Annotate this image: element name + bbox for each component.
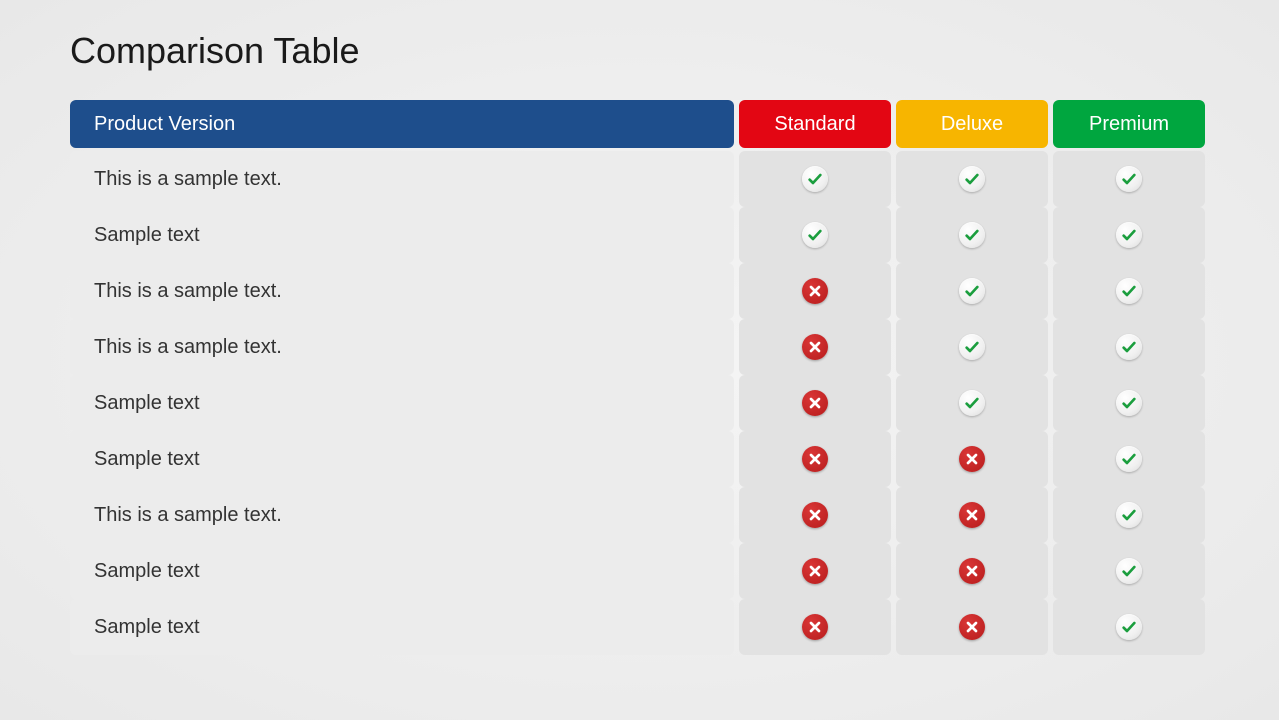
feature-label: This is a sample text. — [70, 151, 734, 207]
check-icon — [802, 222, 828, 248]
feature-label: Sample text — [70, 207, 734, 263]
cross-icon — [959, 558, 985, 584]
header-feature: Product Version — [70, 100, 734, 148]
value-cell-standard — [739, 543, 891, 599]
table-row: This is a sample text. — [70, 487, 1209, 543]
value-cell-deluxe — [896, 207, 1048, 263]
table-row: This is a sample text. — [70, 319, 1209, 375]
table-row: Sample text — [70, 375, 1209, 431]
check-icon — [1116, 278, 1142, 304]
value-cell-deluxe — [896, 599, 1048, 655]
cross-icon — [802, 502, 828, 528]
cross-icon — [802, 446, 828, 472]
check-icon — [1116, 558, 1142, 584]
check-icon — [1116, 446, 1142, 472]
cross-icon — [802, 278, 828, 304]
check-icon — [959, 390, 985, 416]
check-icon — [959, 222, 985, 248]
value-cell-deluxe — [896, 487, 1048, 543]
feature-label: Sample text — [70, 431, 734, 487]
header-col-deluxe: Deluxe — [896, 100, 1048, 148]
comparison-table: Product Version Standard Deluxe Premium … — [70, 100, 1209, 655]
value-cell-premium — [1053, 207, 1205, 263]
value-cell-deluxe — [896, 263, 1048, 319]
value-cell-standard — [739, 319, 891, 375]
value-cell-deluxe — [896, 543, 1048, 599]
value-cell-standard — [739, 599, 891, 655]
header-col-standard: Standard — [739, 100, 891, 148]
cross-icon — [802, 334, 828, 360]
value-cell-deluxe — [896, 431, 1048, 487]
cross-icon — [802, 390, 828, 416]
value-cell-standard — [739, 487, 891, 543]
page-title: Comparison Table — [70, 30, 1209, 72]
check-icon — [959, 278, 985, 304]
value-cell-premium — [1053, 487, 1205, 543]
cross-icon — [959, 614, 985, 640]
value-cell-deluxe — [896, 319, 1048, 375]
value-cell-standard — [739, 431, 891, 487]
feature-label: This is a sample text. — [70, 487, 734, 543]
check-icon — [1116, 222, 1142, 248]
value-cell-premium — [1053, 151, 1205, 207]
check-icon — [802, 166, 828, 192]
value-cell-deluxe — [896, 375, 1048, 431]
table-row: Sample text — [70, 543, 1209, 599]
cross-icon — [959, 446, 985, 472]
table-row: Sample text — [70, 431, 1209, 487]
table-row: This is a sample text. — [70, 151, 1209, 207]
check-icon — [1116, 334, 1142, 360]
value-cell-standard — [739, 207, 891, 263]
check-icon — [1116, 166, 1142, 192]
table-row: Sample text — [70, 599, 1209, 655]
check-icon — [1116, 390, 1142, 416]
value-cell-premium — [1053, 263, 1205, 319]
value-cell-premium — [1053, 319, 1205, 375]
feature-label: Sample text — [70, 599, 734, 655]
feature-label: Sample text — [70, 543, 734, 599]
table-row: This is a sample text. — [70, 263, 1209, 319]
value-cell-premium — [1053, 431, 1205, 487]
value-cell-standard — [739, 151, 891, 207]
feature-label: Sample text — [70, 375, 734, 431]
check-icon — [1116, 502, 1142, 528]
check-icon — [959, 166, 985, 192]
value-cell-deluxe — [896, 151, 1048, 207]
value-cell-standard — [739, 375, 891, 431]
value-cell-standard — [739, 263, 891, 319]
header-col-premium: Premium — [1053, 100, 1205, 148]
feature-label: This is a sample text. — [70, 319, 734, 375]
table-row: Sample text — [70, 207, 1209, 263]
value-cell-premium — [1053, 375, 1205, 431]
value-cell-premium — [1053, 599, 1205, 655]
cross-icon — [802, 614, 828, 640]
cross-icon — [802, 558, 828, 584]
check-icon — [959, 334, 985, 360]
value-cell-premium — [1053, 543, 1205, 599]
cross-icon — [959, 502, 985, 528]
check-icon — [1116, 614, 1142, 640]
table-header-row: Product Version Standard Deluxe Premium — [70, 100, 1209, 148]
feature-label: This is a sample text. — [70, 263, 734, 319]
